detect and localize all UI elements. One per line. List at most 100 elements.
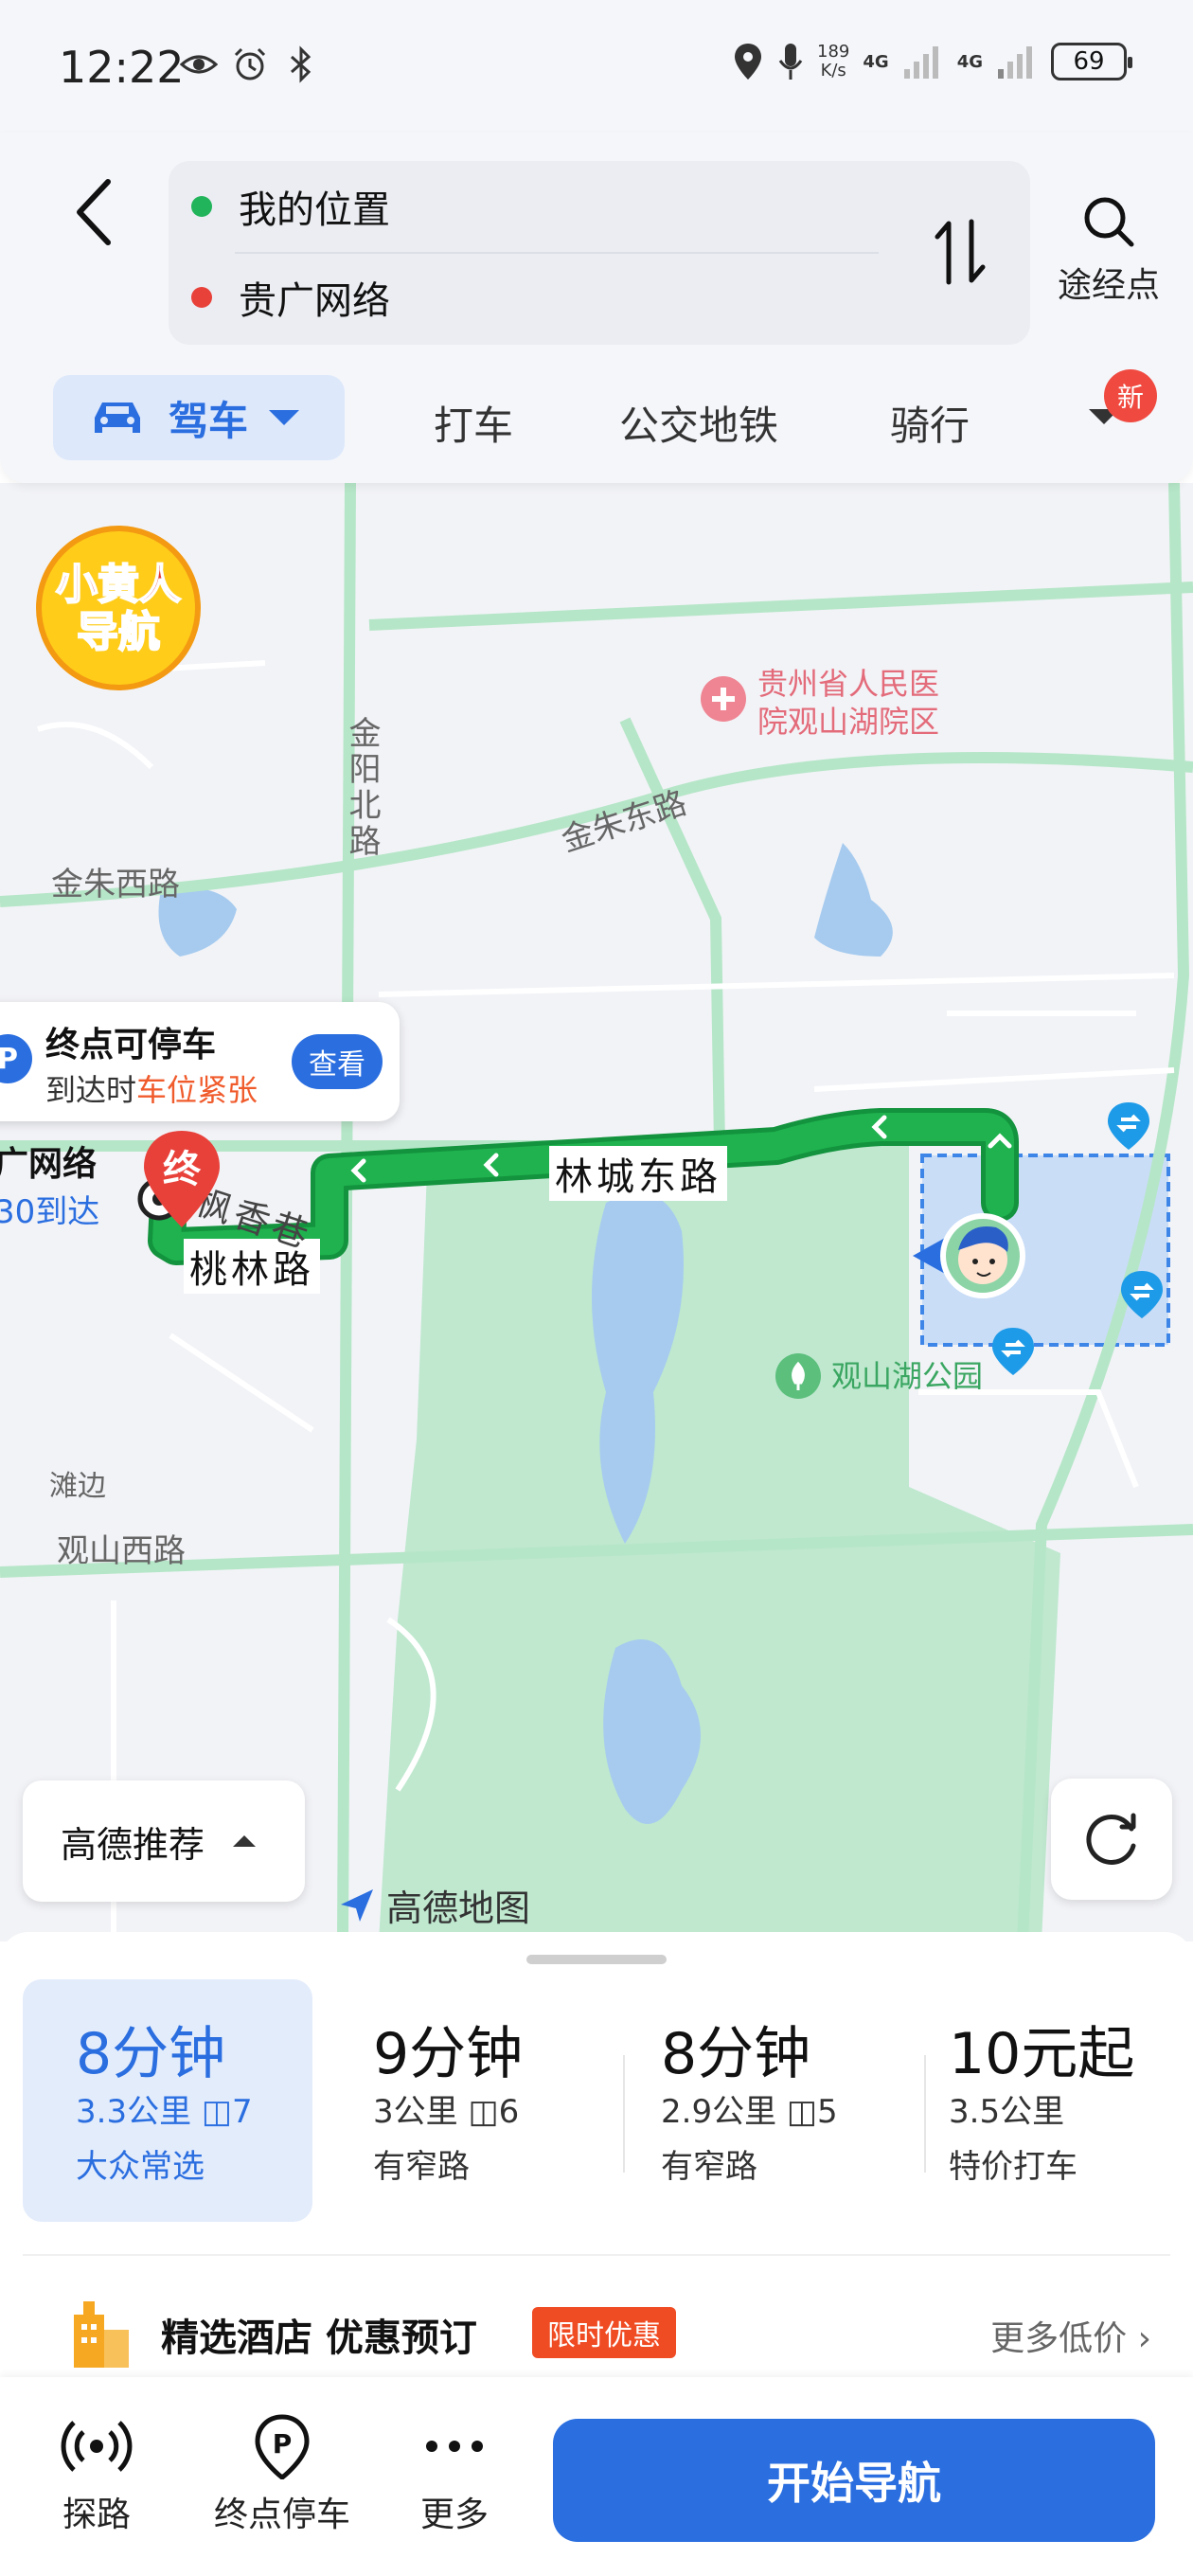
hotel-more-link[interactable]: 更多低价 › xyxy=(990,2311,1151,2360)
parking-p-icon: P xyxy=(0,1034,32,1083)
parking-card-sub-highlight: 车位紧张 xyxy=(136,1072,258,1108)
signal-icon xyxy=(903,46,938,79)
origin-dot-icon xyxy=(191,196,212,217)
route-option-3[interactable]: 8分钟 2.9公里 ◫5 有窄路 xyxy=(608,1979,898,2222)
parking-card-sub-prefix: 到达时 xyxy=(45,1072,137,1108)
search-icon xyxy=(1084,197,1134,247)
car-icon xyxy=(95,402,140,433)
waypoint-button[interactable]: 途经点 xyxy=(1047,193,1170,307)
route-4-distance: 3.5公里 xyxy=(949,2093,1065,2131)
more-dots-icon xyxy=(426,2441,483,2452)
parking-marker-icon-2[interactable] xyxy=(1119,1269,1165,1320)
explore-button[interactable]: 探路 xyxy=(59,2413,134,2536)
bluetooth-icon xyxy=(291,45,312,83)
route-1-dist-value: 3.3公里 xyxy=(76,2093,192,2131)
status-icons-right: 189 K/s 4G 4G 69 xyxy=(732,42,1132,81)
battery-level: 69 xyxy=(1073,47,1105,76)
destination-pin-label: 终 xyxy=(163,1148,202,1191)
destination-pin-icon[interactable]: 终 xyxy=(138,1127,225,1231)
route-3-tag: 有窄路 xyxy=(661,2148,757,2186)
tab-drive[interactable]: 驾车 xyxy=(53,375,345,460)
more-button[interactable]: 更多 xyxy=(417,2413,492,2536)
route-2-distance: 3公里 ◫6 xyxy=(373,2085,519,2132)
refresh-button[interactable] xyxy=(1051,1779,1172,1900)
route-planner-header: 我的位置 贵广网络 途经点 驾车 打车 公交地铁 骑行 新 xyxy=(0,133,1193,483)
amap-logo: 高德地图 xyxy=(337,1879,530,1931)
route-option-taxi[interactable]: 10元起 3.5公里 特价打车 xyxy=(896,1979,1170,2222)
destination-label: 贵广网络 xyxy=(239,279,390,323)
svg-text:P: P xyxy=(273,2428,293,2460)
parking-info-card[interactable]: P 终点可停车 到达时车位紧张 查看 xyxy=(0,1002,400,1121)
route-option-1[interactable]: 8分钟 3.3公里 ◫7 大众常选 xyxy=(23,1979,312,2222)
parking-view-button[interactable]: 查看 xyxy=(292,1034,383,1089)
hotel-promo-row[interactable]: 精选酒店 优惠预订 限时优惠 更多低价 › xyxy=(23,2254,1170,2396)
sheet-handle[interactable] xyxy=(526,1955,667,1964)
parking-marker-icon-3[interactable] xyxy=(990,1326,1036,1377)
traffic-light-icon: ◫ xyxy=(468,2093,499,2131)
status-time: 12:22 xyxy=(59,42,185,93)
route-1-distance: 3.3公里 ◫7 xyxy=(76,2085,253,2132)
route-options: 8分钟 3.3公里 ◫7 大众常选 9分钟 3公里 ◫6 有窄路 8分钟 2.9… xyxy=(23,1979,1170,2222)
route-1-tag: 大众常选 xyxy=(76,2148,205,2186)
current-location-avatar-icon[interactable] xyxy=(909,1208,1026,1303)
amap-logo-text: 高德地图 xyxy=(386,1887,531,1929)
traffic-light-icon: ◫ xyxy=(786,2093,818,2131)
brand-badge-line-2: 导航 xyxy=(77,608,160,656)
route-2-dist-value: 3公里 xyxy=(373,2093,458,2131)
net-speed-unit: K/s xyxy=(820,61,846,80)
origin-label: 我的位置 xyxy=(239,188,390,232)
route-3-time: 8分钟 xyxy=(661,2021,811,2087)
road-label-guanshan-west: 观山西路 xyxy=(57,1532,186,1570)
route-3-distance: 2.9公里 ◫5 xyxy=(661,2085,838,2132)
origin-field[interactable]: 我的位置 xyxy=(191,169,390,244)
road-label-jinyang-north: 金阳北路 xyxy=(343,716,381,860)
recommend-label: 高德推荐 xyxy=(61,1823,205,1866)
gaode-recommend-button[interactable]: 高德推荐 xyxy=(23,1780,305,1902)
route-2-tag: 有窄路 xyxy=(373,2148,470,2186)
new-badge: 新 xyxy=(1104,369,1157,422)
eye-icon xyxy=(180,55,218,74)
net-speed-value: 189 xyxy=(817,42,850,62)
hospital-icon xyxy=(701,676,746,722)
route-divider xyxy=(235,252,879,254)
traffic-light-icon: ◫ xyxy=(201,2093,233,2131)
mic-icon xyxy=(778,44,803,80)
route-1-time: 8分钟 xyxy=(76,2021,226,2087)
swap-icon[interactable] xyxy=(932,216,988,288)
route-1-lights: 7 xyxy=(232,2093,253,2131)
destination-field[interactable]: 贵广网络 xyxy=(191,259,390,335)
xiaohuangren-nav-badge[interactable]: 小黄人 导航 xyxy=(28,521,208,691)
signal-icon-2 xyxy=(998,46,1032,79)
route-4-price: 10元起 xyxy=(949,2021,1135,2087)
parking-marker-icon[interactable] xyxy=(1106,1100,1151,1152)
start-navigation-button[interactable]: 开始导航 xyxy=(553,2419,1155,2542)
tab-transit[interactable]: 公交地铁 xyxy=(619,394,778,452)
road-label-jinzhu-west: 金朱西路 xyxy=(51,866,180,903)
chevron-up-icon xyxy=(233,1835,257,1847)
route-2-lights: 6 xyxy=(498,2093,520,2131)
net-speed: 189 K/s xyxy=(817,43,849,80)
hotel-building-icon xyxy=(74,2301,129,2368)
lake-3 xyxy=(814,843,893,957)
location-icon xyxy=(735,44,762,80)
tab-taxi[interactable]: 打车 xyxy=(434,394,513,452)
poi-park[interactable]: 观山湖公园 xyxy=(775,1352,983,1400)
hotel-promo-badge: 限时优惠 xyxy=(532,2307,676,2358)
tab-bike[interactable]: 骑行 xyxy=(890,394,970,452)
explore-label: 探路 xyxy=(62,2496,131,2534)
poi-hospital[interactable]: 贵州省人民医 院观山湖院区 xyxy=(699,665,939,741)
bottom-action-bar: 探路 P 终点停车 更多 开始导航 xyxy=(0,2377,1193,2576)
net-type-2: 4G xyxy=(956,51,983,72)
waypoint-label: 途经点 xyxy=(1057,266,1160,305)
park-tree-icon xyxy=(775,1353,821,1399)
poi-hospital-line-1: 贵州省人民医 xyxy=(757,666,940,702)
amap-arrow-icon xyxy=(341,1888,373,1922)
back-arrow-icon[interactable] xyxy=(66,174,123,250)
destination-dot-icon xyxy=(191,287,212,308)
destination-map-label: 广网络 xyxy=(0,1145,98,1184)
refresh-icon xyxy=(1086,1813,1136,1865)
broadcast-icon xyxy=(61,2421,133,2472)
destination-parking-button[interactable]: P 终点停车 xyxy=(214,2413,350,2536)
map-view[interactable]: 小黄人 导航 贵州省人民医 院观山湖院区 金阳北路 金朱西路 金朱东路 观山西路 … xyxy=(0,483,1193,1941)
route-option-2[interactable]: 9分钟 3公里 ◫6 有窄路 xyxy=(320,1979,610,2222)
